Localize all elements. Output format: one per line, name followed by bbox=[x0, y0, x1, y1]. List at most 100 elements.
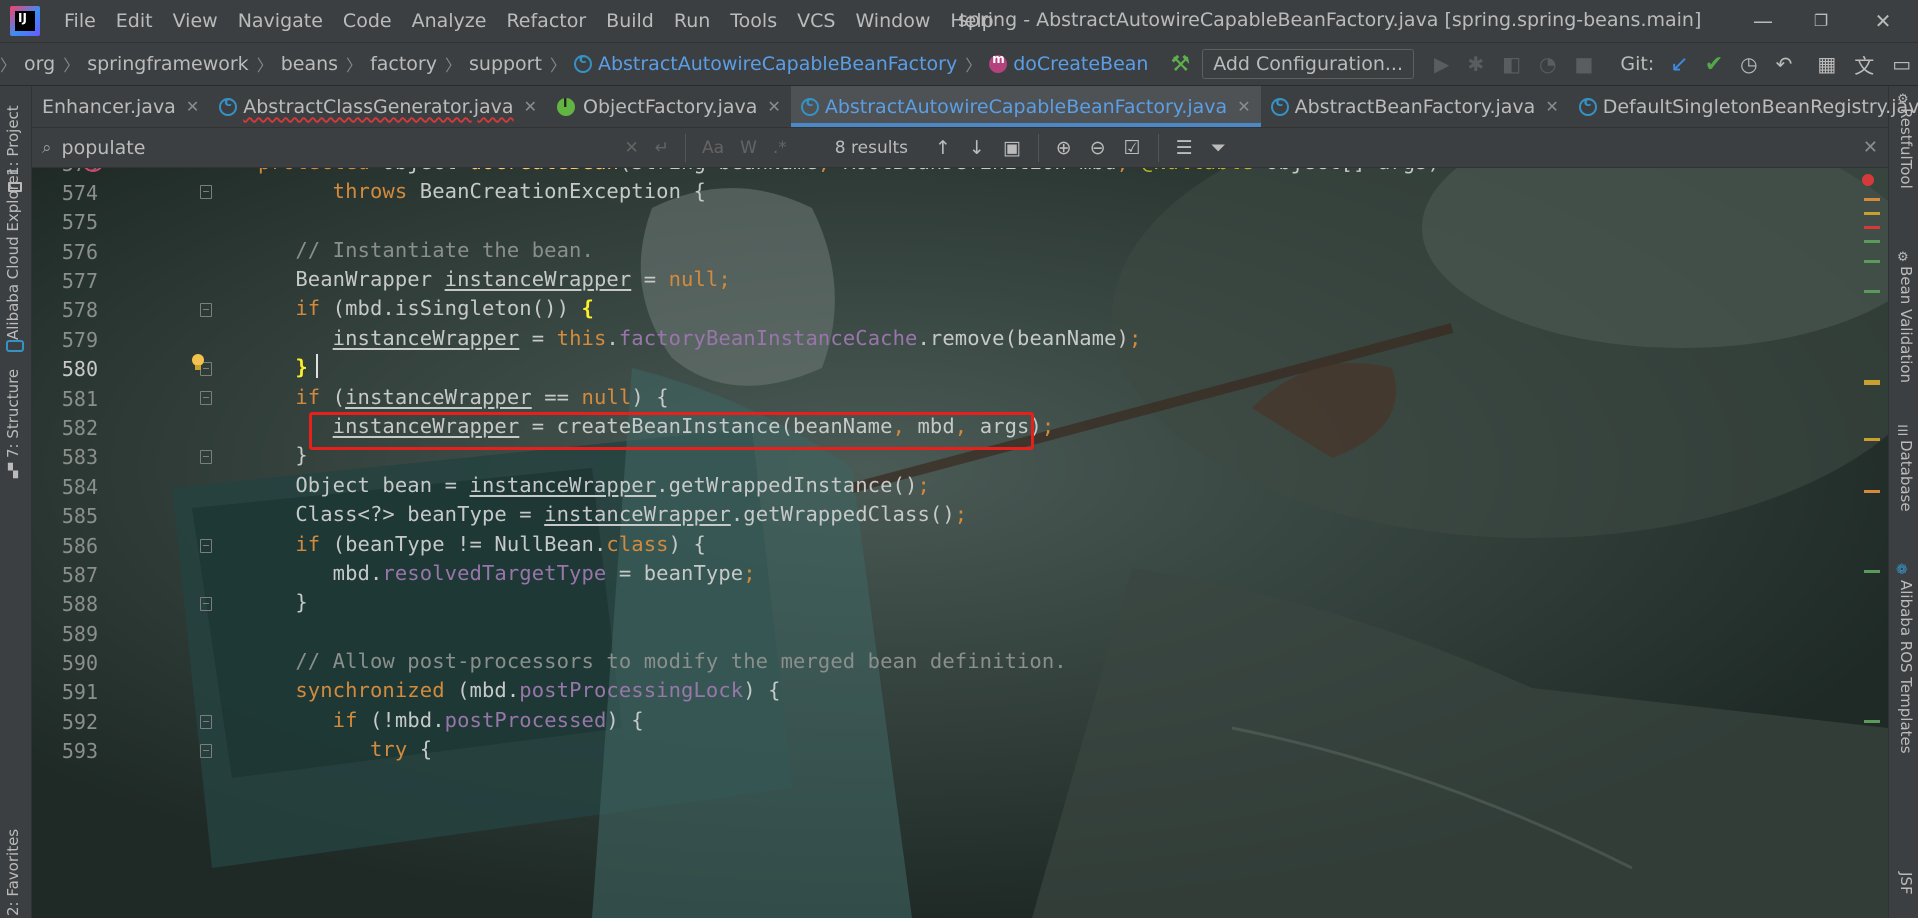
code-line[interactable]: if (mbd.isSingleton()) { bbox=[258, 296, 594, 320]
coverage-icon[interactable]: ◧ bbox=[1502, 52, 1521, 76]
tab-default-singleton-bean-registry[interactable]: DefaultSingletonBeanRegistry.java ✕ bbox=[1569, 86, 1918, 127]
code-line[interactable]: throws BeanCreationException { bbox=[258, 179, 706, 203]
menu-navigate[interactable]: Navigate bbox=[228, 10, 333, 32]
fold-marker-icon[interactable] bbox=[200, 715, 212, 729]
database-tab[interactable]: Database bbox=[1897, 440, 1915, 512]
breadcrumb-org[interactable]: org bbox=[24, 53, 55, 75]
project-tool-tab[interactable]: 1: Project bbox=[4, 105, 22, 176]
breadcrumb-class[interactable]: AbstractAutowireCapableBeanFactory bbox=[573, 52, 957, 75]
presentation-icon[interactable]: ▭ bbox=[1892, 52, 1911, 76]
fold-marker-icon[interactable] bbox=[200, 597, 212, 611]
tab-enhancer[interactable]: Enhancer.java ✕ bbox=[32, 86, 209, 127]
close-tab-icon[interactable]: ✕ bbox=[186, 97, 199, 116]
code-line[interactable]: if (beanType != NullBean.class) { bbox=[258, 532, 706, 556]
code-line[interactable]: if (!mbd.postProcessed) { bbox=[258, 708, 644, 732]
error-stripe-mark[interactable] bbox=[1864, 212, 1880, 215]
next-occurrence-icon[interactable]: ↓ bbox=[969, 137, 985, 159]
code-line[interactable]: if (instanceWrapper == null) { bbox=[258, 385, 669, 409]
close-tab-icon[interactable]: ✕ bbox=[524, 97, 537, 116]
error-stripe-mark[interactable] bbox=[1864, 290, 1880, 293]
error-stripe-mark[interactable] bbox=[1864, 438, 1880, 441]
bean-validation-tab[interactable]: Bean Validation bbox=[1897, 266, 1915, 383]
git-rollback-icon[interactable]: ↶ bbox=[1776, 52, 1793, 76]
menu-view[interactable]: View bbox=[163, 10, 228, 32]
menu-run[interactable]: Run bbox=[664, 10, 720, 32]
git-update-icon[interactable]: ↙ bbox=[1670, 52, 1688, 77]
close-find-bar-icon[interactable]: ✕ bbox=[1863, 137, 1878, 158]
alibaba-ros-templates-tab[interactable]: Alibaba ROS Templates bbox=[1897, 580, 1915, 754]
error-stripe-mark[interactable] bbox=[1864, 240, 1880, 243]
menu-code[interactable]: Code bbox=[333, 10, 402, 32]
code-line[interactable]: } bbox=[258, 590, 308, 614]
code-line[interactable]: BeanWrapper instanceWrapper = null; bbox=[258, 267, 731, 291]
error-stripe-mark[interactable] bbox=[1864, 720, 1880, 723]
build-hammer-icon[interactable]: ⚒ bbox=[1170, 52, 1190, 77]
restore-icon[interactable]: ❐ bbox=[1806, 6, 1836, 36]
code-line[interactable]: synchronized (mbd.postProcessingLock) { bbox=[258, 678, 781, 702]
fold-marker-icon[interactable] bbox=[200, 303, 212, 317]
git-history-icon[interactable]: ◷ bbox=[1740, 52, 1757, 76]
code-line[interactable]: // Allow post-processors to modify the m… bbox=[258, 649, 1067, 673]
error-stripe-mark[interactable] bbox=[1864, 226, 1880, 229]
clear-search-icon[interactable]: ✕ bbox=[625, 138, 639, 158]
intention-bulb-icon[interactable] bbox=[190, 353, 206, 373]
menu-window[interactable]: Window bbox=[845, 10, 940, 32]
tab-abstract-autowire-capable-bean-factory[interactable]: AbstractAutowireCapableBeanFactory.java … bbox=[790, 86, 1261, 127]
tab-abstract-class-generator[interactable]: AbstractClassGenerator.java ✕ bbox=[209, 86, 547, 127]
menu-build[interactable]: Build bbox=[596, 10, 664, 32]
error-stripe-mark[interactable] bbox=[1864, 490, 1880, 493]
breadcrumb-factory[interactable]: factory bbox=[370, 53, 437, 75]
match-case-toggle[interactable]: Aa bbox=[702, 138, 724, 158]
favorites-tool-tab[interactable]: 2: Favorites bbox=[4, 829, 22, 916]
add-configuration-button[interactable]: Add Configuration... bbox=[1202, 49, 1414, 79]
search-icon[interactable]: ⌕ bbox=[42, 138, 52, 158]
breadcrumb-method[interactable]: doCreateBean bbox=[989, 52, 1148, 75]
select-all-occurrences-icon[interactable]: ☑ bbox=[1124, 137, 1141, 159]
tab-abstract-bean-factory[interactable]: AbstractBeanFactory.java ✕ bbox=[1261, 86, 1569, 127]
profile-icon[interactable]: ◔ bbox=[1539, 52, 1556, 76]
fold-marker-icon[interactable] bbox=[200, 391, 212, 405]
code-line[interactable]: // Instantiate the bean. bbox=[258, 238, 594, 262]
close-tab-icon[interactable]: ✕ bbox=[1237, 97, 1250, 116]
remove-occurrence-icon[interactable]: ⊖ bbox=[1090, 137, 1106, 159]
error-stripe-mark[interactable] bbox=[1864, 380, 1880, 385]
fold-marker-icon[interactable] bbox=[200, 450, 212, 464]
whole-words-toggle[interactable]: W bbox=[740, 138, 757, 158]
code-line[interactable]: Object bean = instanceWrapper.getWrapped… bbox=[258, 473, 930, 497]
error-stripe-mark[interactable] bbox=[1864, 198, 1880, 201]
code-line[interactable]: } bbox=[258, 355, 308, 379]
menu-vcs[interactable]: VCS bbox=[787, 10, 845, 32]
filter-icon[interactable]: ⏷ bbox=[1211, 137, 1226, 159]
structure-tool-tab[interactable]: 7: Structure bbox=[4, 369, 22, 458]
menu-tools[interactable]: Tools bbox=[720, 10, 787, 32]
add-occurrence-icon[interactable]: ⊕ bbox=[1056, 137, 1072, 159]
run-icon[interactable]: ▶ bbox=[1434, 52, 1449, 76]
breadcrumb-beans[interactable]: beans bbox=[281, 53, 338, 75]
code-line[interactable]: try { bbox=[258, 737, 432, 761]
project-structure-icon[interactable]: ▦ bbox=[1817, 52, 1836, 76]
tab-object-factory[interactable]: ObjectFactory.java ✕ bbox=[547, 86, 791, 127]
code-editor[interactable]: 573 574 575 576 577 578 579 580 581 582 … bbox=[32, 168, 1888, 918]
alibaba-cloud-explorer-tab[interactable]: Alibaba Cloud Explorer bbox=[4, 169, 22, 340]
close-tab-icon[interactable]: ✕ bbox=[767, 97, 780, 116]
previous-occurrence-icon[interactable]: ↑ bbox=[935, 137, 951, 159]
debug-icon[interactable]: ✱ bbox=[1467, 52, 1484, 76]
fold-marker-icon[interactable] bbox=[200, 539, 212, 553]
error-stripe-mark[interactable] bbox=[1864, 570, 1880, 573]
jsf-tab[interactable]: JSF bbox=[1897, 872, 1915, 895]
close-tab-icon[interactable]: ✕ bbox=[1545, 97, 1558, 116]
multiline-icon[interactable]: ☰ bbox=[1176, 137, 1193, 159]
code-line[interactable]: instanceWrapper = this.factoryBeanInstan… bbox=[258, 326, 1142, 350]
code-line[interactable]: protected Object doCreateBean(String bea… bbox=[258, 168, 1440, 174]
translate-icon[interactable]: 文 bbox=[1854, 50, 1874, 79]
breadcrumb-springframework[interactable]: springframework bbox=[87, 53, 248, 75]
error-indicator-icon[interactable] bbox=[1862, 174, 1874, 186]
menu-refactor[interactable]: Refactor bbox=[496, 10, 596, 32]
minimize-icon[interactable]: — bbox=[1748, 6, 1778, 36]
code-line[interactable]: } bbox=[258, 443, 308, 467]
fold-marker-icon[interactable] bbox=[200, 744, 212, 758]
regex-toggle[interactable]: .* bbox=[773, 138, 787, 158]
menu-edit[interactable]: Edit bbox=[106, 10, 163, 32]
open-in-window-icon[interactable]: ▣ bbox=[1003, 137, 1021, 159]
search-history-icon[interactable]: ↵ bbox=[655, 138, 669, 158]
